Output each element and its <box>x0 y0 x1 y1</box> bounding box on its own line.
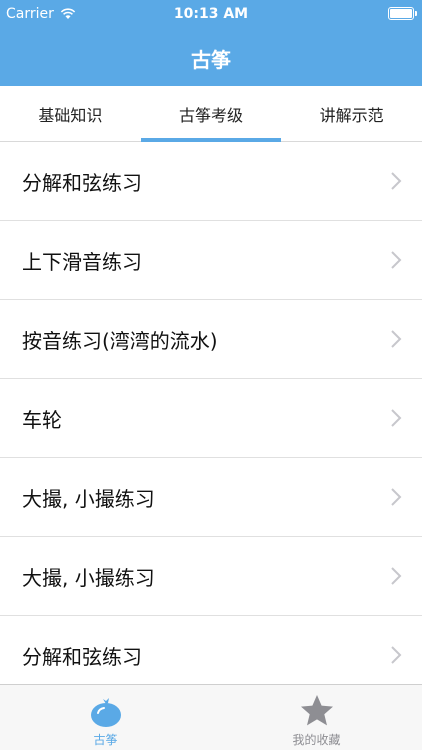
page-title: 古筝 <box>191 48 231 72</box>
chevron-right-icon <box>391 330 402 348</box>
list-item-label: 分解和弦练习 <box>22 170 142 195</box>
list-item-label: 上下滑音练习 <box>22 249 142 274</box>
list-item-label: 按音练习(湾湾的流水) <box>22 328 218 353</box>
tomato-icon <box>90 698 121 727</box>
segment-tabs: 基础知识 古筝考级 讲解示范 <box>0 86 422 142</box>
list-item[interactable]: 大撮, 小撮练习 <box>0 458 422 537</box>
list-item[interactable]: 按音练习(湾湾的流水) <box>0 300 422 379</box>
tabbar-item-label: 古筝 <box>93 733 118 747</box>
chevron-right-icon <box>391 488 402 506</box>
tab-demo[interactable]: 讲解示范 <box>281 86 422 141</box>
chevron-right-icon <box>391 646 402 664</box>
list-item-label: 车轮 <box>22 407 62 432</box>
chevron-right-icon <box>391 567 402 585</box>
list-item[interactable]: 分解和弦练习 <box>0 616 422 684</box>
tabbar-item-guzheng[interactable]: 古筝 <box>0 685 211 750</box>
bottom-tab-bar: 古筝 我的收藏 <box>0 684 422 750</box>
chevron-right-icon <box>391 251 402 269</box>
tabbar-item-label: 我的收藏 <box>292 733 341 747</box>
chevron-right-icon <box>391 172 402 190</box>
list-item[interactable]: 大撮, 小撮练习 <box>0 537 422 616</box>
star-icon <box>300 695 333 726</box>
list-item-label: 大撮, 小撮练习 <box>22 486 155 511</box>
tab-basics[interactable]: 基础知识 <box>0 86 141 141</box>
list-item[interactable]: 分解和弦练习 <box>0 142 422 221</box>
lesson-list: 分解和弦练习 上下滑音练习 按音练习(湾湾的流水) 车轮 大撮, 小撮练习 大撮… <box>0 142 422 684</box>
list-item[interactable]: 车轮 <box>0 379 422 458</box>
list-item-label: 大撮, 小撮练习 <box>22 565 155 590</box>
tab-grading[interactable]: 古筝考级 <box>140 86 282 142</box>
status-time: 10:13 AM <box>173 6 249 22</box>
tabbar-item-favorites[interactable]: 我的收藏 <box>211 685 422 750</box>
nav-header: Carrier 10:13 AM 古筝 <box>0 0 422 86</box>
chevron-right-icon <box>391 409 402 427</box>
status-bar: Carrier 10:13 AM <box>0 0 422 30</box>
list-item-label: 分解和弦练习 <box>22 644 142 669</box>
battery-icon <box>388 7 417 20</box>
list-item[interactable]: 上下滑音练习 <box>0 221 422 300</box>
